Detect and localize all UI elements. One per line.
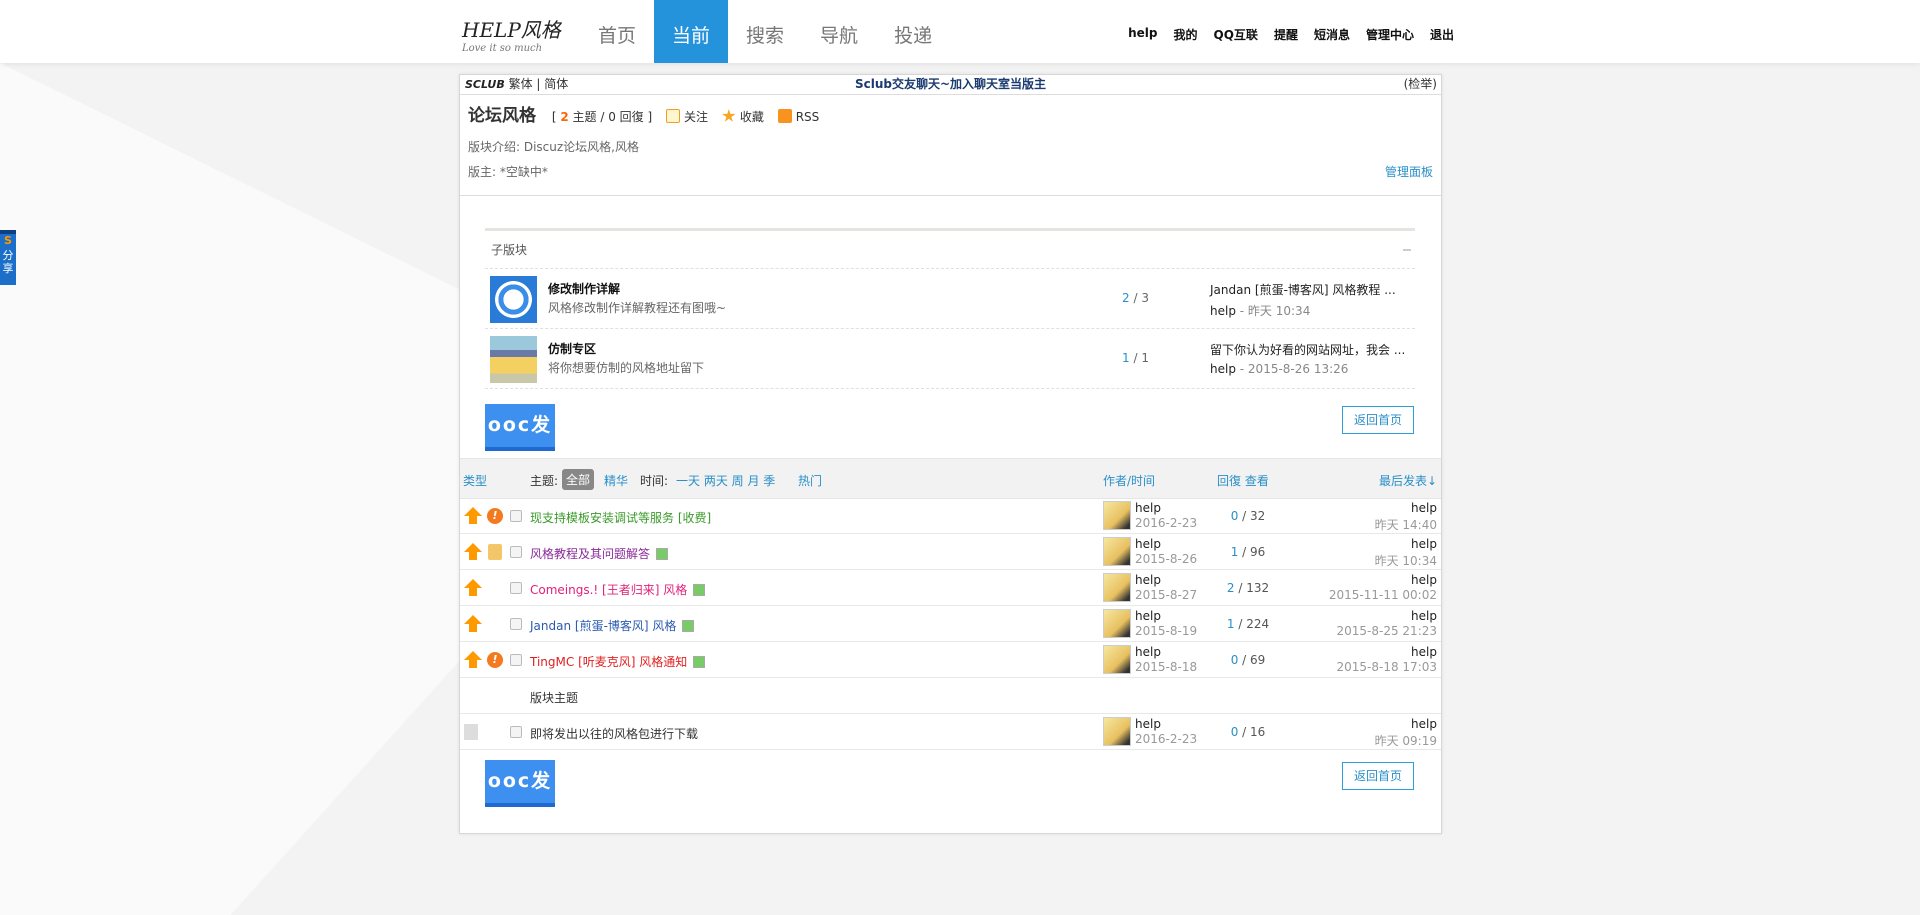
row-checkbox[interactable]: [510, 726, 522, 738]
row-checkbox[interactable]: [510, 582, 522, 594]
forum-intro: 版块介绍: Discuz论坛风格,风格: [468, 140, 640, 154]
thread-title[interactable]: Jandan [煎蛋-博客风] 风格: [530, 617, 695, 634]
image-attachment-icon: [656, 548, 669, 560]
user-link-mine[interactable]: 我的: [1174, 26, 1198, 43]
follow-button[interactable]: 关注: [666, 109, 708, 124]
follow-icon: [666, 109, 680, 123]
forum-header: 论坛风格 [ 2 主题 / 0 回復 ] 关注 收藏 RSS 版块介绍: Dis…: [460, 95, 1441, 196]
nav-home[interactable]: 首页: [580, 0, 654, 63]
filter-digest[interactable]: 精华: [604, 472, 628, 489]
forum-title: 论坛风格: [468, 106, 536, 126]
back-home-button-bottom[interactable]: 返回首页: [1342, 762, 1414, 790]
forum-counts: [ 2 主题 / 0 回復 ]: [551, 110, 653, 124]
row-checkbox[interactable]: [510, 510, 522, 522]
pinned-icon: [464, 651, 482, 668]
admin-panel-link[interactable]: 管理面板: [1385, 163, 1433, 180]
report-link[interactable]: (检举): [1404, 75, 1437, 94]
document-icon: [464, 724, 478, 740]
last-post-link[interactable]: Jandan [煎蛋-博客风] 风格教程 ...: [1210, 281, 1396, 298]
thread-title[interactable]: TingMC [听麦克风] 风格通知: [530, 653, 706, 670]
scroll-icon: [488, 544, 502, 560]
avatar[interactable]: [1103, 501, 1131, 530]
avatar[interactable]: [1103, 609, 1131, 638]
user-link-qq[interactable]: QQ互联: [1214, 26, 1258, 43]
new-post-button-bottom[interactable]: ooc发帖: [485, 760, 555, 835]
nav-submit[interactable]: 投递: [876, 0, 950, 63]
new-post-button[interactable]: ooc发帖: [485, 404, 555, 479]
filter-all[interactable]: 全部: [562, 469, 595, 490]
user-link-pm[interactable]: 短消息: [1314, 26, 1350, 43]
last-post-link[interactable]: 留下你认为好看的网站网址，我会 ...: [1210, 341, 1405, 358]
back-home-button[interactable]: 返回首页: [1342, 406, 1414, 434]
table-row: Jandan [煎蛋-博客风] 风格 help 2015-8-19 1 / 22…: [460, 606, 1441, 642]
thread-title[interactable]: 风格教程及其问题解答: [530, 545, 669, 562]
pinned-icon: [464, 507, 482, 524]
subforum-row: 修改制作详解 风格修改制作详解教程还有图哦~ 2 / 3 Jandan [煎蛋-…: [485, 269, 1415, 329]
user-links: help 我的 QQ互联 提醒 短消息 管理中心 退出: [1128, 26, 1454, 43]
avatar[interactable]: [1103, 573, 1131, 602]
sort-author[interactable]: 作者/时间: [1103, 472, 1155, 489]
section-label-row: 版块主题: [460, 678, 1441, 714]
table-row: ! 现支持模板安装调试等服务 [收费] help 2016-2-23 0 / 3…: [460, 498, 1441, 534]
user-link-logout[interactable]: 退出: [1430, 26, 1454, 43]
favorite-button[interactable]: 收藏: [722, 109, 764, 124]
subforum-name[interactable]: 修改制作详解: [548, 280, 620, 297]
image-attachment-icon: [693, 584, 706, 596]
subforum-heading: 子版块: [485, 231, 1415, 269]
thread-title[interactable]: 现支持模板安装调试等服务 [收费]: [530, 509, 711, 526]
filter-periods[interactable]: 一天 两天 周 月 季: [676, 472, 775, 489]
shop-icon[interactable]: [490, 336, 537, 383]
user-link-help[interactable]: help: [1128, 26, 1157, 43]
compass-icon[interactable]: [490, 276, 537, 323]
subforum-row: 仿制专区 将你想要仿制的风格地址留下 1 / 1 留下你认为好看的网站网址，我会…: [485, 329, 1415, 389]
table-row: Comeings.! [王者归来] 风格 help 2015-8-27 2 / …: [460, 570, 1441, 606]
thread-title[interactable]: 即将发出以往的风格包进行下载: [530, 725, 698, 742]
star-icon: [722, 109, 736, 122]
row-checkbox[interactable]: [510, 546, 522, 558]
sort-replies[interactable]: 回復 查看: [1217, 472, 1269, 489]
rss-button[interactable]: RSS: [777, 109, 819, 124]
collapse-icon[interactable]: [1403, 249, 1411, 251]
nav-search[interactable]: 搜索: [728, 0, 802, 63]
user-link-notify[interactable]: 提醒: [1274, 26, 1298, 43]
subforum-name[interactable]: 仿制专区: [548, 340, 596, 357]
top-bar: SCLUB 繁体 | 简体 Sclub交友聊天~加入聊天室当版主 (检举): [460, 75, 1441, 95]
user-link-admin[interactable]: 管理中心: [1366, 26, 1414, 43]
forum-moderator: 版主: *空缺中*: [468, 165, 548, 179]
row-checkbox[interactable]: [510, 618, 522, 630]
chat-link[interactable]: Sclub交友聊天~加入聊天室当版主: [460, 75, 1441, 94]
avatar[interactable]: [1103, 537, 1131, 566]
thread-title[interactable]: Comeings.! [王者归来] 风格: [530, 581, 706, 598]
type-filter[interactable]: 类型: [463, 472, 487, 489]
avatar[interactable]: [1103, 645, 1131, 674]
main-nav: 首页 当前 搜索 导航 投递: [580, 0, 950, 63]
row-checkbox[interactable]: [510, 654, 522, 666]
avatar[interactable]: [1103, 717, 1131, 746]
site-header: HELP风格 Love it so much 首页 当前 搜索 导航 投递 he…: [0, 0, 1920, 63]
alert-icon: !: [487, 652, 503, 668]
pinned-icon: [464, 543, 482, 560]
subforum-section: 子版块 修改制作详解 风格修改制作详解教程还有图哦~ 2 / 3 Jandan …: [485, 228, 1415, 389]
table-row: ! TingMC [听麦克风] 风格通知 help 2015-8-18 0 / …: [460, 642, 1441, 678]
pinned-icon: [464, 579, 482, 596]
pinned-icon: [464, 615, 482, 632]
logo[interactable]: HELP风格 Love it so much: [462, 14, 562, 54]
filter-hot[interactable]: 热门: [798, 472, 822, 489]
alert-icon: !: [487, 508, 503, 524]
table-row: 即将发出以往的风格包进行下载 help 2016-2-23 0 / 16 hel…: [460, 714, 1441, 750]
nav-current[interactable]: 当前: [654, 0, 729, 63]
rss-icon: [777, 109, 792, 123]
table-row: 风格教程及其问题解答 help 2015-8-26 1 / 96 help 昨天…: [460, 534, 1441, 570]
thread-list-header: 类型 主题: 全部 精华 时间: 一天 两天 周 月 季 热门 作者/时间 回復…: [460, 458, 1441, 499]
sort-last-post[interactable]: 最后发表↓: [1379, 472, 1437, 489]
share-widget[interactable]: S 分享: [0, 230, 16, 285]
image-attachment-icon: [682, 620, 695, 632]
nav-guide[interactable]: 导航: [802, 0, 876, 63]
image-attachment-icon: [693, 656, 706, 668]
forum-container: SCLUB 繁体 | 简体 Sclub交友聊天~加入聊天室当版主 (检举) 论坛…: [459, 74, 1442, 835]
